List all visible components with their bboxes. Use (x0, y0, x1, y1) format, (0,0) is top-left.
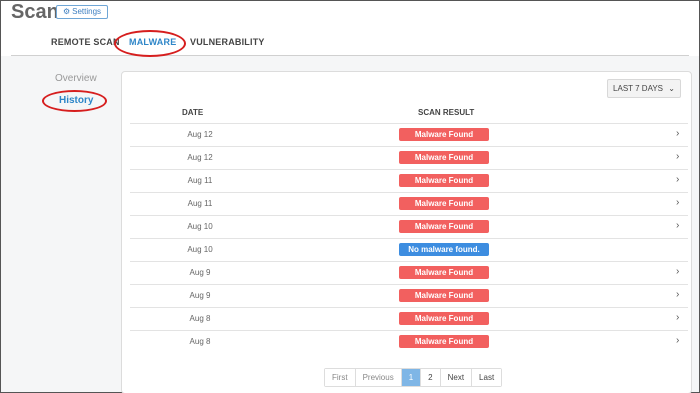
scan-result-badge: Malware Found (399, 220, 489, 233)
row-date: Aug 11 (187, 199, 213, 208)
scan-result-badge: No malware found. (399, 243, 489, 256)
scan-result-badge: Malware Found (399, 197, 489, 210)
page-header: Scan ⚙ Settings REMOTE SCAN MALWARE VULNE… (1, 1, 699, 56)
tab-vulnerability[interactable]: VULNERABILITY (190, 37, 265, 47)
tab-remote-scan[interactable]: REMOTE SCAN (51, 37, 120, 47)
gear-icon: ⚙ (62, 7, 71, 16)
page-title: Scan (11, 1, 59, 23)
chevron-right-icon[interactable]: › (676, 220, 679, 231)
table-row[interactable]: Aug 11 Malware Found › (130, 169, 688, 192)
sidebar-item-overview[interactable]: Overview (55, 73, 97, 84)
sidebar-item-history[interactable]: History (59, 95, 93, 106)
table-row[interactable]: Aug 10 Malware Found › (130, 215, 688, 238)
history-panel: LAST 7 DAYS ⌄ DATE SCAN RESULT Aug 12 Mal… (121, 71, 692, 393)
page-1-button[interactable]: 1 (401, 369, 422, 386)
scan-result-badge: Malware Found (399, 335, 489, 348)
scan-result-badge: Malware Found (399, 128, 489, 141)
page-first-button[interactable]: First (325, 369, 356, 386)
page-previous-button[interactable]: Previous (355, 369, 402, 386)
column-header-date: DATE (182, 108, 204, 117)
chevron-right-icon[interactable]: › (676, 335, 679, 346)
app-window: Scan ⚙ Settings REMOTE SCAN MALWARE VULNE… (0, 0, 700, 393)
scan-tabs: REMOTE SCAN MALWARE VULNERABILITY (1, 37, 699, 56)
page-last-button[interactable]: Last (472, 369, 502, 386)
scan-result-badge: Malware Found (399, 151, 489, 164)
chevron-down-icon: ⌄ (668, 84, 675, 93)
scan-result-badge: Malware Found (399, 312, 489, 325)
row-date: Aug 8 (189, 337, 211, 346)
row-date: Aug 12 (187, 153, 213, 162)
chevron-right-icon[interactable]: › (676, 266, 679, 277)
row-date: Aug 9 (189, 291, 211, 300)
chevron-right-icon[interactable]: › (676, 289, 679, 300)
row-date: Aug 12 (187, 130, 213, 139)
row-date: Aug 9 (189, 268, 211, 277)
column-header-scan-result: SCAN RESULT (418, 108, 475, 117)
tab-malware[interactable]: MALWARE (129, 37, 176, 47)
scan-result-badge: Malware Found (399, 266, 489, 279)
table-row: Aug 10 No malware found. (130, 238, 688, 261)
table-row[interactable]: Aug 9 Malware Found › (130, 284, 688, 307)
row-date: Aug 10 (187, 222, 213, 231)
table-row[interactable]: Aug 8 Malware Found › (130, 330, 688, 353)
table-row[interactable]: Aug 8 Malware Found › (130, 307, 688, 330)
table-row[interactable]: Aug 12 Malware Found › (130, 123, 688, 146)
table-row[interactable]: Aug 11 Malware Found › (130, 192, 688, 215)
date-range-dropdown[interactable]: LAST 7 DAYS ⌄ (607, 79, 681, 98)
settings-label: Settings (72, 7, 102, 16)
chevron-right-icon[interactable]: › (676, 312, 679, 323)
row-date: Aug 10 (187, 245, 213, 254)
pagination: First Previous 1 2 Next Last (324, 368, 503, 387)
chevron-right-icon[interactable]: › (676, 197, 679, 208)
page-next-button[interactable]: Next (440, 369, 473, 386)
table-row[interactable]: Aug 12 Malware Found › (130, 146, 688, 169)
row-date: Aug 8 (189, 314, 211, 323)
chevron-right-icon[interactable]: › (676, 128, 679, 139)
row-date: Aug 11 (187, 176, 213, 185)
settings-button[interactable]: ⚙ Settings (56, 5, 108, 19)
scan-result-badge: Malware Found (399, 289, 489, 302)
chevron-right-icon[interactable]: › (676, 151, 679, 162)
chevron-right-icon[interactable]: › (676, 174, 679, 185)
page-2-button[interactable]: 2 (421, 369, 441, 386)
tabs-divider (11, 55, 689, 56)
date-range-label: LAST 7 DAYS (613, 84, 663, 93)
scan-result-badge: Malware Found (399, 174, 489, 187)
table-row[interactable]: Aug 9 Malware Found › (130, 261, 688, 284)
